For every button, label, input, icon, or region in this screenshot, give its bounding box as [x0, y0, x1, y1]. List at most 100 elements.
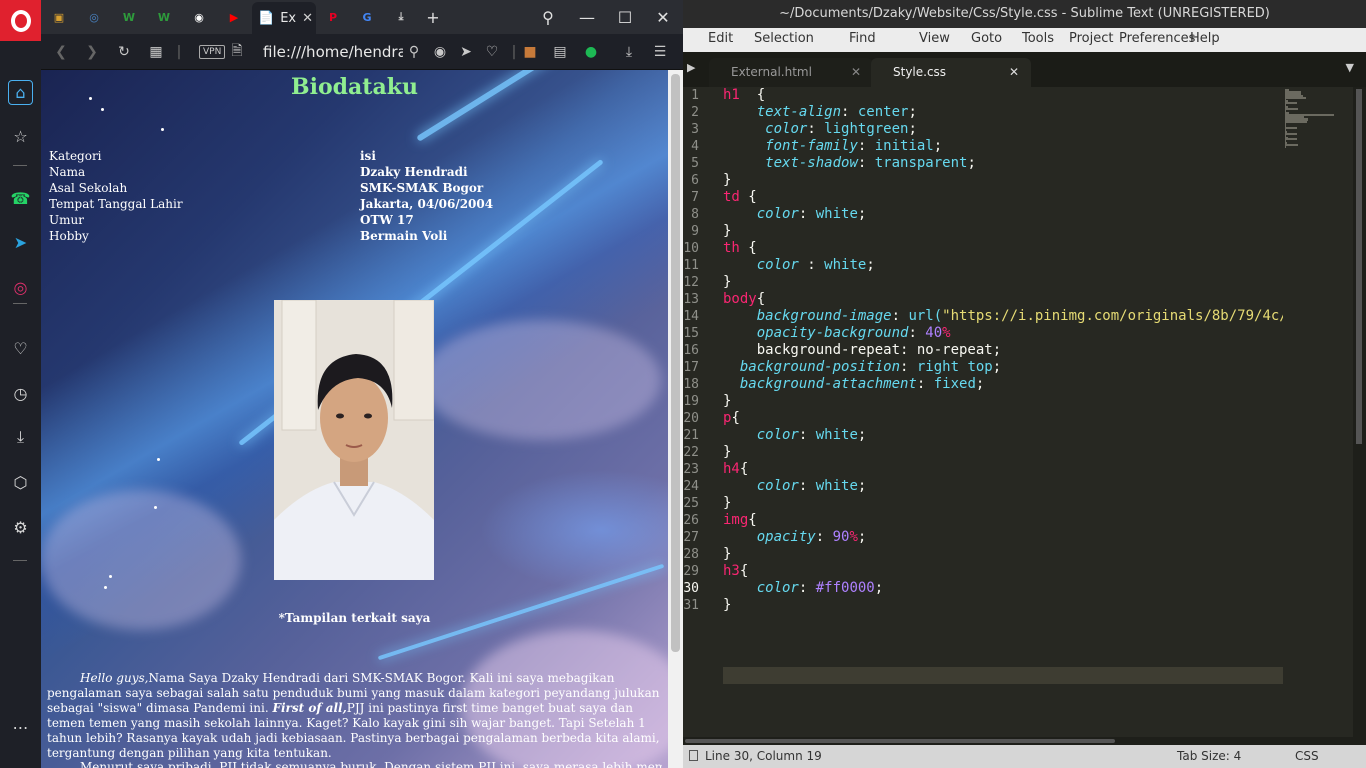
code-line: h3{ [723, 563, 748, 580]
minimap-line [1285, 108, 1298, 110]
scrollbar-thumb[interactable] [1356, 89, 1362, 444]
current-line-highlight [723, 667, 1323, 684]
editor-vertical-scrollbar[interactable] [1353, 87, 1366, 737]
code-token: : [908, 325, 926, 341]
browser-tab[interactable]: W [147, 4, 181, 30]
send-icon[interactable]: ➤ [456, 42, 476, 62]
downloads-icon[interactable]: ⤓ [619, 42, 639, 62]
opera-menu-button[interactable] [0, 0, 41, 41]
new-tab-button[interactable]: + [421, 5, 445, 29]
tab-list-dropdown-icon[interactable]: ▼ [1346, 61, 1354, 74]
bg-cloud [421, 320, 661, 440]
close-window-button[interactable]: ✕ [651, 5, 675, 29]
line-number: 1 [691, 88, 699, 103]
browser-tab[interactable]: ◎ [77, 4, 111, 30]
search-tabs-icon[interactable]: ⚲ [536, 5, 560, 29]
code-token: img [723, 512, 749, 528]
vpn-badge[interactable]: VPN [199, 45, 226, 59]
line-number: 17 [683, 360, 699, 375]
w-icon: W [122, 10, 136, 24]
menu-item-tools[interactable]: Tools [1022, 31, 1054, 46]
telegram-icon[interactable]: ➤ [8, 230, 33, 255]
sidebar-toggle-icon[interactable]: ▶ [687, 61, 695, 74]
url-field[interactable]: file:///home/hendradi [263, 41, 403, 63]
minimize-button[interactable]: — [575, 5, 599, 29]
heart-icon[interactable]: ♡ [8, 336, 33, 361]
reload-icon[interactable]: ↻ [114, 42, 134, 62]
tab-external-html[interactable]: 📄 Ex ✕ [252, 2, 316, 34]
whatsapp-icon[interactable]: ☎ [8, 186, 33, 211]
menu-item-help[interactable]: Help [1190, 31, 1220, 46]
menu-item-project[interactable]: Project [1069, 31, 1113, 46]
sidebar-divider [13, 165, 27, 166]
settings-icon[interactable]: ⚙ [8, 515, 33, 540]
panel-toggle-icon[interactable] [689, 750, 698, 761]
menu-item-edit[interactable]: Edit [708, 31, 733, 46]
page-info-icon[interactable]: 🗎 [227, 42, 247, 62]
bookmark-heart-icon[interactable]: ♡ [482, 42, 502, 62]
menu-item-selection[interactable]: Selection [754, 31, 814, 46]
easy-setup-icon[interactable]: ☰ [650, 42, 670, 62]
browser-tab[interactable]: ⤓ [384, 4, 418, 30]
table-value-cell: OTW 17 [360, 213, 414, 227]
speed-dial-icon[interactable]: ▦ [146, 42, 166, 62]
browser-tab[interactable]: P [316, 4, 350, 30]
code-token: opacity-background [756, 325, 909, 341]
history-icon[interactable]: ◷ [8, 381, 33, 406]
code-token: { [739, 240, 757, 256]
line-number: 29 [683, 564, 699, 579]
scrollbar-thumb[interactable] [685, 739, 1115, 743]
back-icon[interactable]: ❮ [51, 42, 71, 62]
code-token: { [731, 410, 740, 426]
tab-external-html[interactable]: External.html ✕ [709, 58, 873, 87]
code-editor[interactable]: h1 { text-align: center; color: lightgre… [723, 87, 1323, 737]
code-token: h4 [723, 461, 740, 477]
extension-cube-icon[interactable]: ■ [520, 42, 540, 62]
close-tab-icon[interactable]: ✕ [1009, 58, 1019, 87]
home-icon[interactable]: ⌂ [8, 80, 33, 105]
browser-tab[interactable]: G [350, 4, 384, 30]
minimap[interactable] [1283, 87, 1353, 737]
menu-item-preferences[interactable]: Preferences [1119, 31, 1195, 46]
browser-tab[interactable]: ◉ [182, 4, 216, 30]
forward-icon[interactable]: ❯ [82, 42, 102, 62]
downloads-icon[interactable]: ⤓ [8, 424, 33, 449]
code-token: text-align [756, 104, 842, 120]
menu-item-find[interactable]: Find [849, 31, 876, 46]
extensions-icon[interactable]: ⬡ [8, 470, 33, 495]
page-scrollbar[interactable] [668, 70, 683, 768]
close-tab-icon[interactable]: ✕ [851, 58, 861, 87]
code-token: ; [866, 257, 875, 273]
syntax-setting[interactable]: CSS [1295, 749, 1319, 763]
more-icon[interactable]: ⋯ [8, 715, 33, 740]
instagram-icon[interactable]: ◎ [8, 275, 33, 300]
editor-horizontal-scrollbar[interactable] [683, 737, 1366, 745]
menu-item-goto[interactable]: Goto [971, 31, 1002, 46]
close-tab-icon[interactable]: ✕ [302, 11, 313, 26]
scrollbar-thumb[interactable] [671, 74, 680, 652]
menu-item-view[interactable]: View [919, 31, 950, 46]
line-number: 25 [683, 496, 699, 511]
code-token: h3 [723, 563, 740, 579]
snapshot-icon[interactable]: ◉ [430, 42, 450, 62]
greeting-text: Hello guys, [80, 671, 149, 685]
line-number: 21 [683, 428, 699, 443]
browser-tab[interactable]: ▶ [217, 4, 251, 30]
code-line: background-image: url("https://i.pinimg.… [723, 308, 1313, 325]
grammarly-icon[interactable]: ● [581, 42, 601, 62]
browser-tab[interactable]: ▣ [42, 4, 76, 30]
image-icon: ▣ [53, 10, 65, 24]
search-icon[interactable]: ⚲ [404, 42, 424, 62]
code-token: th [723, 240, 740, 256]
webpage-content: Biodataku Kategori isi Nama Dzaky Hendrad… [41, 70, 668, 768]
star-icon[interactable]: ☆ [8, 124, 33, 149]
maximize-button[interactable]: ☐ [613, 5, 637, 29]
code-line: } [723, 546, 731, 563]
code-token: : [857, 138, 875, 154]
tab-style-css[interactable]: Style.css ✕ [871, 58, 1031, 87]
code-token: initial [874, 138, 934, 154]
browser-tab[interactable]: W [112, 4, 146, 30]
chat-extension-icon[interactable]: ▤ [550, 42, 570, 62]
code-token: : [798, 206, 816, 222]
tab-size-setting[interactable]: Tab Size: 4 [1177, 749, 1241, 763]
